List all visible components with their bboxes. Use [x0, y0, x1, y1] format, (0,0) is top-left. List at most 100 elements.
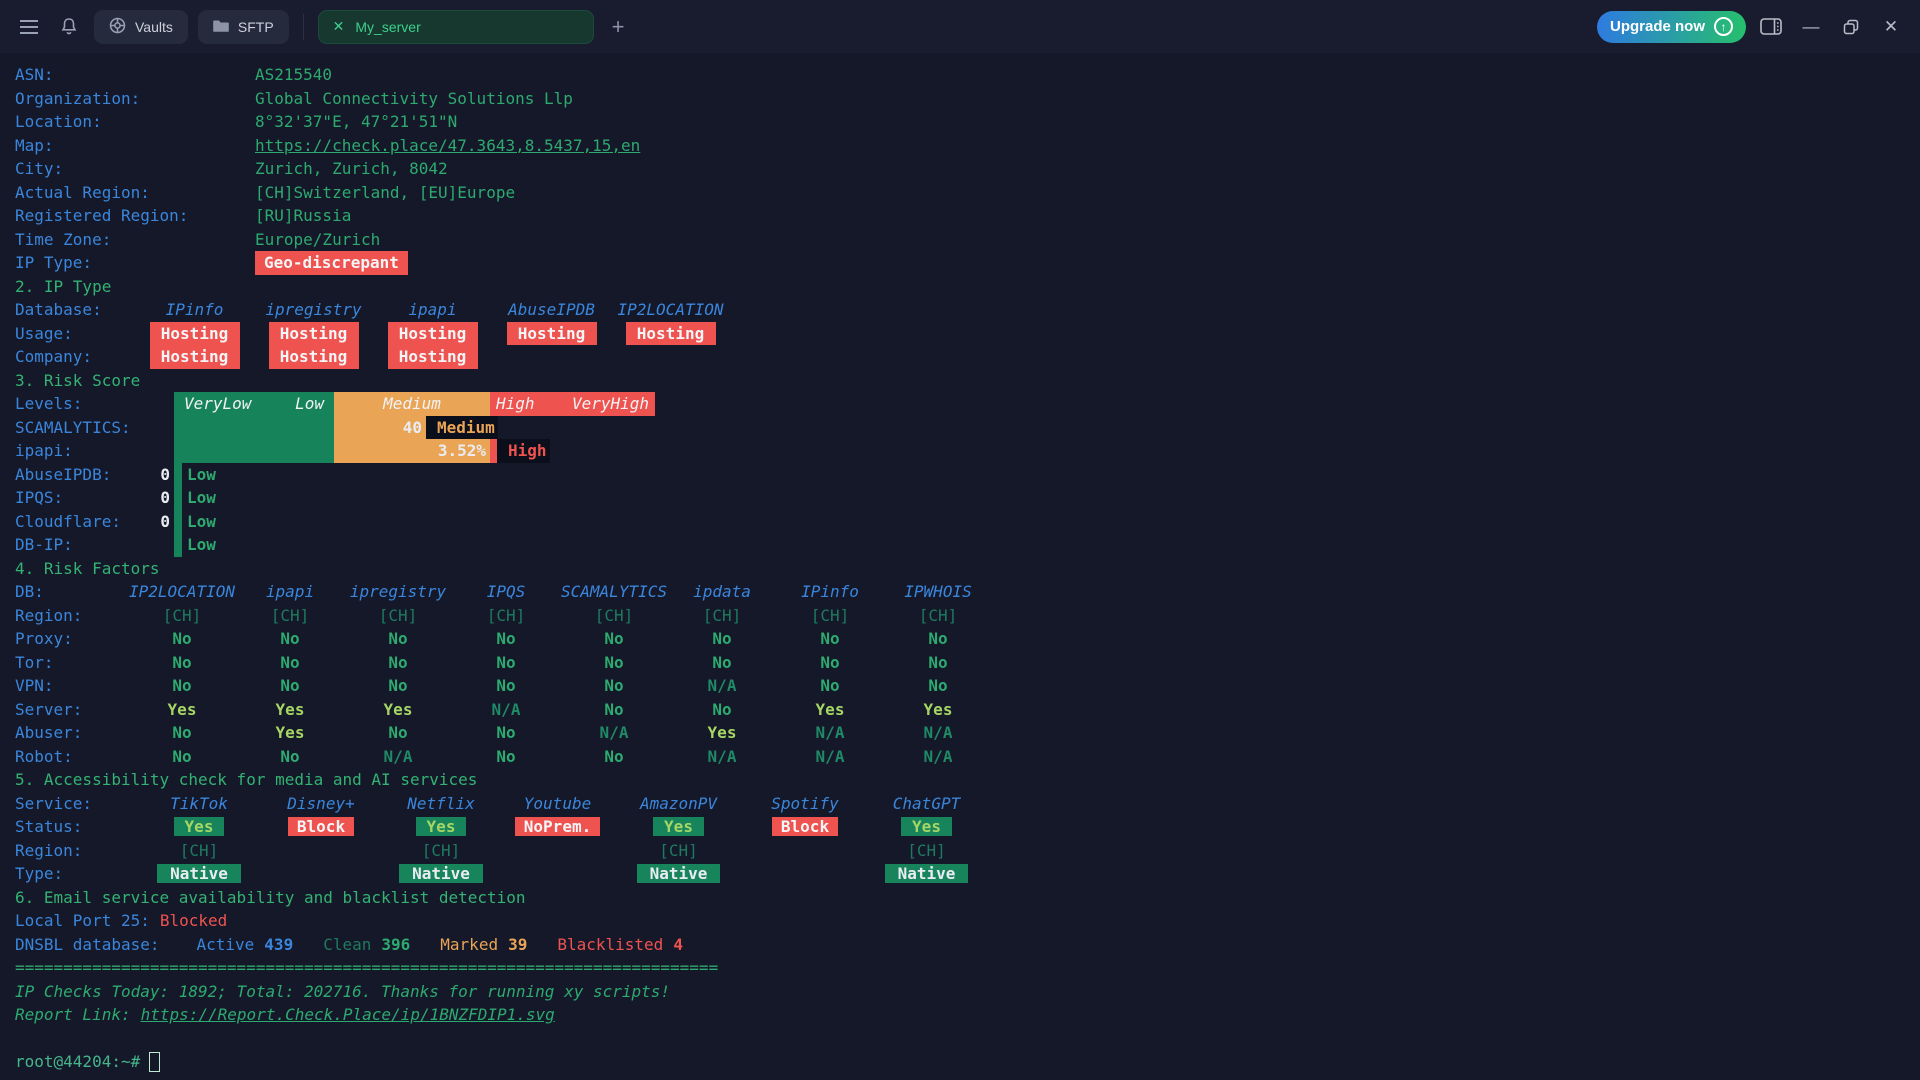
tab-sftp[interactable]: SFTP — [198, 10, 289, 44]
service-column-header: Youtube — [524, 794, 591, 813]
service-column: Spotify — [742, 792, 868, 816]
info-row-value: [RU]Russia — [255, 204, 351, 228]
status-cell: Yes — [868, 815, 985, 839]
risk-factor-value: No — [236, 745, 344, 769]
risk-factor-value: No — [236, 651, 344, 675]
risk-factor-value: No — [344, 674, 452, 698]
risk-factor-label: Tor: — [15, 651, 128, 675]
tab-my-server[interactable]: ✕ My_server — [318, 10, 594, 44]
restore-button[interactable] — [1836, 12, 1866, 42]
risk-factor-value: No — [776, 674, 884, 698]
risk-factor-value: Yes — [884, 698, 992, 722]
usage-badge: Hosting — [388, 322, 478, 346]
minimize-button[interactable]: — — [1796, 12, 1826, 42]
risk-score-bar: 40Medium — [174, 416, 498, 440]
info-row-value: 8°32'37"E, 47°21'51"N — [255, 110, 457, 134]
risk-db-column: SCAMALYTICS — [560, 580, 668, 604]
usage-values: HostingHostingHostingHostingHosting — [135, 322, 730, 346]
usage-cell: Hosting — [373, 322, 492, 346]
dnsbl-stat-value: 439 — [264, 933, 293, 957]
info-row-label: Registered Region: — [15, 204, 255, 228]
media-type-badge: Native — [885, 864, 969, 883]
map-link[interactable]: https://check.place/47.3643,8.5437,15,en — [255, 134, 640, 158]
company-badge: Hosting — [269, 345, 359, 369]
risk-factor-value: N/A — [668, 745, 776, 769]
risk-factor-value: No — [128, 721, 236, 745]
new-tab-button[interactable]: + — [604, 14, 633, 40]
risk-db-column-header: ipdata — [693, 582, 751, 601]
media-type-row: Type: NativeNativeNativeNative — [15, 862, 1920, 886]
risk-factor-value: [CH] — [884, 604, 992, 628]
risk-score-label-text: DB-IP: — [15, 533, 73, 557]
info-row-value: Europe/Zurich — [255, 228, 380, 252]
risk-db-column-header: ipapi — [266, 582, 314, 601]
media-type-cell: Native — [138, 862, 260, 886]
bell-icon[interactable] — [54, 12, 84, 42]
risk-score-bar-row: SCAMALYTICS:40Medium — [15, 416, 1920, 440]
risk-factor-value: No — [452, 721, 560, 745]
risk-score-value: 40 — [403, 416, 426, 440]
database-header-row: Database: IPinfoipregistryipapiAbuseIPDB… — [15, 298, 1920, 322]
status-cell: Block — [260, 815, 382, 839]
report-link-url[interactable]: https://Report.Check.Place/ip/1BNZFDIP1.… — [141, 1003, 555, 1027]
db-column-header: IPinfo — [166, 300, 224, 319]
risk-score-value: 0 — [160, 463, 170, 487]
usage-cell: Hosting — [254, 322, 373, 346]
panel-toggle-icon[interactable] — [1756, 12, 1786, 42]
company-label: Company: — [15, 345, 135, 369]
risk-factor-row: Server:YesYesYesN/ANoNoYesYes — [15, 698, 1920, 722]
info-row-label: City: — [15, 157, 255, 181]
risk-factor-value: No — [128, 674, 236, 698]
risk-factor-label: Proxy: — [15, 627, 128, 651]
upgrade-now-button[interactable]: Upgrade now ↑ — [1597, 11, 1746, 43]
status-badge: Block — [288, 817, 354, 836]
risk-factor-value: No — [884, 674, 992, 698]
risk-factor-value: No — [560, 698, 668, 722]
risk-factor-label: VPN: — [15, 674, 128, 698]
levels-segment-red: High VeryHigh — [490, 392, 655, 416]
risk-factor-value: No — [560, 674, 668, 698]
info-row: Actual Region:[CH]Switzerland, [EU]Europ… — [15, 181, 1920, 205]
risk-factor-value: Yes — [668, 721, 776, 745]
usage-badge: Hosting — [269, 322, 359, 346]
risk-score-bar: 3.52%High — [174, 439, 550, 463]
bar-cursor — [426, 416, 434, 440]
info-row-value: Zurich, Zurich, 8042 — [255, 157, 448, 181]
risk-factor-value: N/A — [452, 698, 560, 722]
prompt-row[interactable]: root@44204:~# — [15, 1050, 1920, 1074]
status-cell: Yes — [382, 815, 500, 839]
info-row-label: Organization: — [15, 87, 255, 111]
hamburger-menu-icon[interactable] — [14, 12, 44, 42]
service-column-header: Netflix — [407, 794, 474, 813]
risk-factor-value: N/A — [668, 674, 776, 698]
zero-bar — [174, 486, 182, 510]
tab-vaults[interactable]: Vaults — [94, 10, 188, 44]
media-region-value: [CH] — [659, 841, 698, 860]
tab-close-icon[interactable]: ✕ — [333, 18, 345, 35]
service-header-row: Service: TikTokDisney+NetflixYoutubeAmaz… — [15, 792, 1920, 816]
risk-score-small-row: IPQS:0Low — [15, 486, 1920, 510]
company-cell: Hosting — [373, 345, 492, 369]
risk-factor-row: Region:[CH][CH][CH][CH][CH][CH][CH][CH] — [15, 604, 1920, 628]
risk-db-headers: IP2LOCATIONipapiipregistryIPQSSCAMALYTIC… — [128, 580, 992, 604]
info-row-value: AS215540 — [255, 63, 332, 87]
risk-score-value: 0 — [160, 510, 170, 534]
service-column-header: AmazonPV — [640, 794, 717, 813]
risk-factor-value: No — [128, 745, 236, 769]
risk-level-value: High — [505, 439, 550, 463]
service-headers: TikTokDisney+NetflixYoutubeAmazonPVSpoti… — [138, 792, 985, 816]
risk-factor-value: No — [884, 627, 992, 651]
zero-bar — [174, 533, 182, 557]
close-button[interactable]: ✕ — [1876, 12, 1906, 42]
dnsbl-stat-value: 4 — [673, 933, 683, 957]
risk-factor-value: [CH] — [668, 604, 776, 628]
media-region-value: [CH] — [422, 841, 461, 860]
status-row: Status: YesBlockYesNoPrem.YesBlockYes — [15, 815, 1920, 839]
media-type-label: Type: — [15, 862, 138, 886]
dnsbl-stat-value: 396 — [381, 933, 410, 957]
terminal[interactable]: ASN:AS215540Organization:Global Connecti… — [0, 53, 1920, 1074]
terminal-cursor — [149, 1052, 160, 1072]
risk-factor-value: N/A — [776, 721, 884, 745]
status-badge: NoPrem. — [515, 817, 600, 836]
risk-score-label: DB-IP: — [15, 533, 174, 557]
